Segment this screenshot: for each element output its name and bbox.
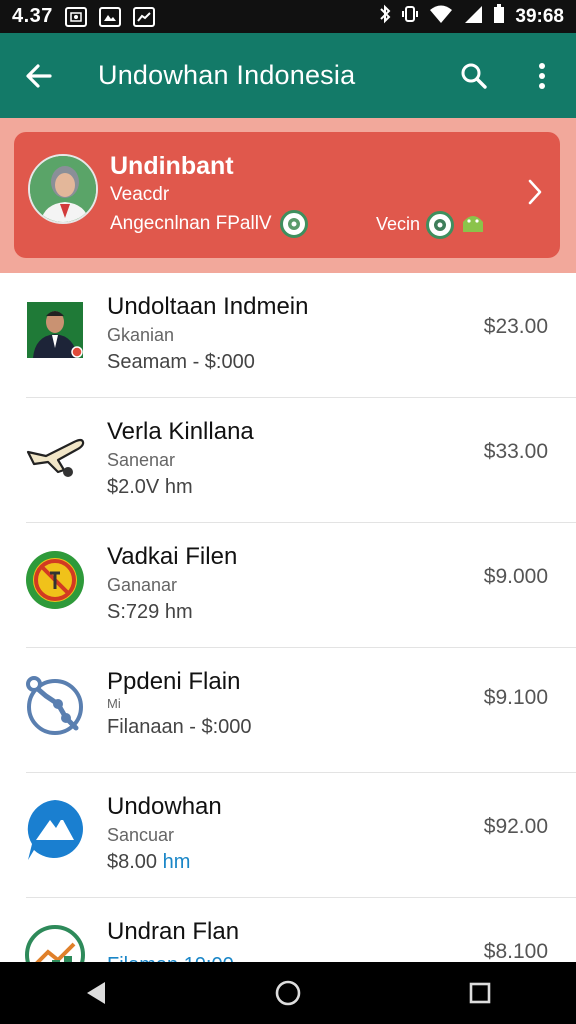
item-list: Undoltaan Indmein Gkanian Seamam - $:000… [0, 273, 576, 1023]
chart-icon [132, 6, 155, 27]
more-options-button[interactable] [508, 33, 576, 118]
list-item[interactable]: Verla Kinllana Sanenar $2.0V hm $33.00 [0, 398, 576, 523]
item-meta: Filanaan - $:000 [107, 716, 252, 739]
item-meta: $8.00 hm [107, 851, 190, 874]
item-price: $8.100 [483, 940, 548, 963]
vibrate-icon [401, 4, 419, 30]
app-title: Undowhan Indonesia [98, 60, 356, 90]
item-meta-text: S:729 hm [107, 601, 193, 623]
profile-verify-label: Vecin [376, 214, 421, 234]
search-button[interactable] [440, 33, 508, 118]
arrow-back-icon [26, 63, 52, 88]
profile-verify: Vecin [376, 210, 486, 239]
item-subtitle: Gananar [107, 575, 178, 595]
chevron-right-icon[interactable] [520, 172, 550, 212]
item-meta-text: $8.00 [107, 851, 163, 873]
nav-back-button[interactable] [56, 962, 136, 1024]
back-button[interactable] [0, 33, 78, 118]
nav-back-icon [87, 982, 105, 1004]
item-meta-text: Seamam - $:000 [107, 351, 255, 373]
item-meta: S:729 hm [107, 601, 193, 624]
status-time-left: 4.37 [12, 5, 53, 27]
status-bar: 4.37 39:68 [0, 0, 576, 33]
item-price: $9.000 [483, 565, 548, 588]
item-meta: Seamam - $:000 [107, 351, 255, 374]
item-price: $33.00 [483, 440, 548, 463]
profile-card[interactable]: Undinbant Veacdr Angecnlnan FPallV Vecin [14, 132, 560, 258]
wifi-icon [429, 4, 453, 30]
item-meta-text: Filanaan - $:000 [107, 716, 252, 738]
item-subtitle: Mi [107, 696, 121, 711]
profile-band: Undinbant Veacdr Angecnlnan FPallV Vecin [0, 118, 576, 273]
item-subtitle: Sancuar [107, 825, 175, 845]
app-bar: Undowhan Indonesia [0, 33, 576, 118]
org-badge-icon [279, 210, 308, 238]
list-item[interactable]: Vadkai Filen Gananar S:729 hm $9.000 [0, 523, 576, 648]
android-icon [460, 210, 486, 239]
item-price: $92.00 [483, 815, 548, 838]
item-title: Ppdeni Flain [107, 668, 241, 695]
list-item[interactable]: Undoltaan Indmein Gkanian Seamam - $:000… [0, 273, 576, 398]
status-time-right: 39:68 [515, 5, 564, 27]
item-subtitle: Gkanian [107, 325, 175, 345]
person-photo-icon [24, 299, 86, 361]
item-subtitle: Sanenar [107, 450, 176, 470]
profile-org: Angecnlnan FPallV [110, 210, 308, 238]
profile-subtitle: Veacdr [110, 184, 170, 205]
item-title: Vadkai Filen [107, 543, 238, 570]
item-title: Verla Kinllana [107, 418, 254, 445]
search-icon [461, 63, 487, 89]
battery-icon [493, 3, 505, 30]
avatar [28, 154, 98, 224]
item-title: Undran Flan [107, 918, 240, 945]
item-title: Undoltaan Indmein [107, 293, 309, 320]
item-meta-accent: hm [162, 851, 191, 873]
nav-recents-icon [469, 982, 491, 1004]
item-meta-text: $2.0V hm [107, 476, 193, 498]
item-meta: $2.0V hm [107, 476, 193, 499]
profile-org-label: Angecnlnan FPallV [110, 213, 272, 234]
profile-name: Undinbant [110, 152, 234, 180]
item-title: Undowhan [107, 793, 222, 820]
nav-recents-button[interactable] [440, 962, 520, 1024]
more-vert-icon [539, 62, 545, 89]
no-entry-icon [24, 549, 86, 611]
system-nav-bar [0, 962, 576, 1024]
item-price: $9.100 [483, 686, 548, 709]
item-price: $23.00 [483, 315, 548, 338]
nav-home-button[interactable] [248, 962, 328, 1024]
image-icon [64, 6, 87, 27]
screen: 4.37 39:68 Undowhan Indonesia Undinbant … [0, 0, 576, 1024]
list-item[interactable]: Undowhan Sancuar $8.00 hm $92.00 [0, 773, 576, 898]
list-item[interactable]: Ppdeni Flain Mi Filanaan - $:000 $9.100 [0, 648, 576, 773]
bluetooth-icon [379, 4, 391, 30]
signal-icon [463, 4, 483, 30]
network-icon [24, 674, 86, 736]
mountain-chat-icon [24, 799, 86, 861]
airplane-icon [24, 424, 86, 486]
verify-badge-icon [426, 210, 455, 239]
nav-home-icon [275, 980, 301, 1006]
gallery-icon [98, 6, 121, 27]
